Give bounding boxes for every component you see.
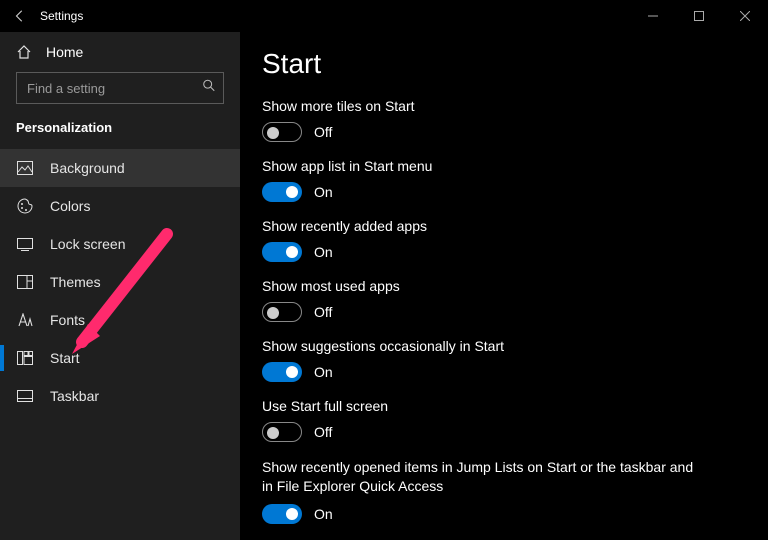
setting-label: Show suggestions occasionally in Start <box>262 338 746 354</box>
maximize-icon <box>694 11 704 21</box>
toggle-state-label: On <box>314 184 333 200</box>
close-icon <box>740 11 750 21</box>
sidebar-item-label: Colors <box>50 198 90 214</box>
toggle-knob-icon <box>286 366 298 378</box>
toggle-row: On <box>262 504 746 524</box>
toggle-state-label: Off <box>314 424 332 440</box>
setting-row: Use Start full screen Off <box>262 398 746 442</box>
setting-row: Show recently added apps On <box>262 218 746 262</box>
start-icon <box>16 351 34 365</box>
setting-label: Use Start full screen <box>262 398 746 414</box>
sidebar-item-themes[interactable]: Themes <box>0 263 240 301</box>
sidebar: Home Personalization Background Colors <box>0 32 240 540</box>
colors-icon <box>16 198 34 214</box>
setting-label: Show recently added apps <box>262 218 746 234</box>
setting-row: Show app list in Start menu On <box>262 158 746 202</box>
setting-row: Show more tiles on Start Off <box>262 98 746 142</box>
setting-label: Show more tiles on Start <box>262 98 746 114</box>
sidebar-item-label: Background <box>50 160 125 176</box>
sidebar-item-colors[interactable]: Colors <box>0 187 240 225</box>
setting-row: Show suggestions occasionally in Start On <box>262 338 746 382</box>
toggle-knob-icon <box>267 307 279 319</box>
home-button[interactable]: Home <box>0 32 240 72</box>
setting-label: Show recently opened items in Jump Lists… <box>262 458 702 496</box>
sidebar-item-taskbar[interactable]: Taskbar <box>0 377 240 415</box>
setting-label: Show app list in Start menu <box>262 158 746 174</box>
sidebar-item-fonts[interactable]: Fonts <box>0 301 240 339</box>
lock-screen-icon <box>16 238 34 251</box>
toggle-knob-icon <box>286 186 298 198</box>
search-box <box>16 72 224 104</box>
toggle-state-label: Off <box>314 124 332 140</box>
toggle-row: Off <box>262 122 746 142</box>
window-controls <box>630 0 768 32</box>
back-button[interactable] <box>0 0 40 32</box>
toggle-switch[interactable] <box>262 122 302 142</box>
themes-icon <box>16 275 34 289</box>
section-header: Personalization <box>0 114 240 149</box>
toggle-switch[interactable] <box>262 242 302 262</box>
toggle-state-label: On <box>314 364 333 380</box>
toggle-switch[interactable] <box>262 504 302 524</box>
search-icon <box>202 79 216 98</box>
setting-row: Show recently opened items in Jump Lists… <box>262 458 746 524</box>
toggle-knob-icon <box>267 427 279 439</box>
sidebar-item-label: Start <box>50 350 80 366</box>
maximize-button[interactable] <box>676 0 722 32</box>
taskbar-icon <box>16 390 34 402</box>
background-icon <box>16 161 34 175</box>
fonts-icon <box>16 313 34 327</box>
setting-row: Show most used apps Off <box>262 278 746 322</box>
sidebar-item-label: Themes <box>50 274 101 290</box>
page-title: Start <box>262 48 746 80</box>
sidebar-item-background[interactable]: Background <box>0 149 240 187</box>
toggle-knob-icon <box>267 127 279 139</box>
toggle-state-label: Off <box>314 304 332 320</box>
toggle-row: Off <box>262 302 746 322</box>
toggle-knob-icon <box>286 246 298 258</box>
toggle-switch[interactable] <box>262 422 302 442</box>
sidebar-item-label: Lock screen <box>50 236 125 252</box>
sidebar-item-label: Fonts <box>50 312 85 328</box>
toggle-switch[interactable] <box>262 302 302 322</box>
home-label: Home <box>46 44 83 60</box>
toggle-switch[interactable] <box>262 362 302 382</box>
arrow-left-icon <box>13 9 27 23</box>
toggle-state-label: On <box>314 506 333 522</box>
main-content: Start Show more tiles on Start Off Show ap… <box>240 32 768 540</box>
toggle-knob-icon <box>286 508 298 520</box>
nav-list: Background Colors Lock screen Themes Fon… <box>0 149 240 415</box>
minimize-icon <box>648 11 658 21</box>
sidebar-item-lock-screen[interactable]: Lock screen <box>0 225 240 263</box>
title-bar: Settings <box>0 0 768 32</box>
setting-label: Show most used apps <box>262 278 746 294</box>
minimize-button[interactable] <box>630 0 676 32</box>
toggle-row: On <box>262 182 746 202</box>
window-title: Settings <box>40 9 83 23</box>
toggle-switch[interactable] <box>262 182 302 202</box>
toggle-row: Off <box>262 422 746 442</box>
toggle-row: On <box>262 242 746 262</box>
toggle-state-label: On <box>314 244 333 260</box>
home-icon <box>16 44 32 60</box>
sidebar-item-start[interactable]: Start <box>0 339 240 377</box>
search-input[interactable] <box>16 72 224 104</box>
close-button[interactable] <box>722 0 768 32</box>
toggle-row: On <box>262 362 746 382</box>
sidebar-item-label: Taskbar <box>50 388 99 404</box>
